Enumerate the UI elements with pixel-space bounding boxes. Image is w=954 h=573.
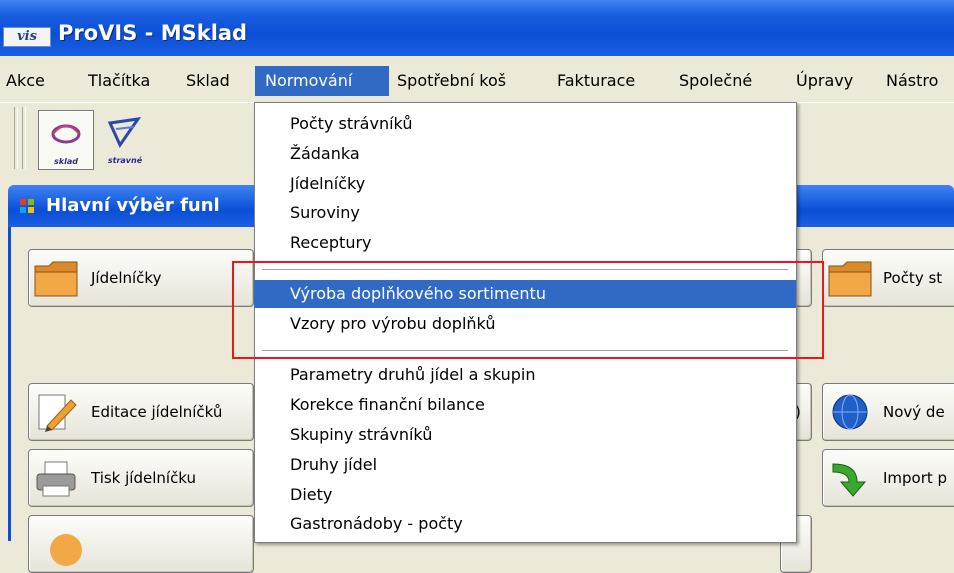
menu-item-label: Skupiny strávníků	[290, 425, 433, 444]
windows-logo-icon	[20, 199, 34, 213]
button-label: Počty st	[883, 269, 943, 287]
import-button[interactable]: Import p	[822, 449, 954, 507]
menu-item-korekce-financni-bilance[interactable]: Korekce finanční bilance	[254, 391, 796, 419]
toolbar-grip	[14, 107, 18, 169]
menu-item-diety[interactable]: Diety	[254, 481, 796, 509]
folder-icon	[828, 261, 872, 297]
menu-item-skupiny-stravniku[interactable]: Skupiny strávníků	[254, 421, 796, 449]
sklad-button[interactable]: sklad	[38, 110, 94, 170]
menu-sklad[interactable]: Sklad	[172, 66, 242, 96]
button-label: Tisk jídelníčku	[91, 469, 197, 487]
menu-item-label: Parametry druhů jídel a skupin	[290, 365, 536, 384]
jidelnicky-button[interactable]: Jídelníčky	[28, 249, 254, 307]
editace-jidelnicku-button[interactable]: Editace jídelníčků	[28, 383, 254, 441]
menu-item-druhy-jidel[interactable]: Druhy jídel	[254, 451, 796, 479]
globe-icon	[832, 394, 868, 430]
button-label: Import p	[883, 469, 948, 487]
stravne-caption: stravné	[107, 156, 143, 165]
toolbar-grip	[22, 107, 26, 169]
menu-item-label: Suroviny	[290, 203, 360, 222]
menu-item-label: Diety	[290, 485, 333, 504]
menu-item-suroviny[interactable]: Suroviny	[254, 199, 796, 227]
menu-label: Normování	[265, 71, 353, 90]
highlight-annotation-box	[232, 261, 824, 359]
button-label: Nový de	[883, 403, 945, 421]
menu-label: Společné	[679, 71, 753, 90]
menu-item-receptury[interactable]: Receptury	[254, 229, 796, 257]
menu-item-label: Receptury	[290, 233, 372, 252]
import-arrow-icon	[832, 463, 867, 497]
printer-icon	[36, 461, 76, 497]
menu-label: Sklad	[186, 71, 230, 90]
menu-item-label: Žádanka	[290, 144, 360, 163]
tisk-jidelnicku-button[interactable]: Tisk jídelníčku	[28, 449, 254, 507]
menu-normovani[interactable]: Normování	[255, 66, 389, 96]
menu-akce[interactable]: Akce	[4, 66, 60, 96]
menu-item-label: Korekce finanční bilance	[290, 395, 485, 414]
menu-label: Nástro	[886, 71, 939, 90]
stravne-button[interactable]: stravné	[98, 110, 152, 168]
menu-item-gastronadoby-pocty[interactable]: Gastronádoby - počty	[254, 510, 796, 538]
menu-item-jidelnicky[interactable]: Jídelníčky	[254, 170, 796, 198]
menu-spolecne[interactable]: Společné	[670, 66, 780, 96]
button-label: Editace jídelníčků	[91, 403, 223, 421]
menu-item-label: Gastronádoby - počty	[290, 514, 463, 533]
app-logo-icon: vis	[3, 27, 51, 47]
partial-button[interactable]	[28, 515, 254, 573]
sklad-icon	[51, 124, 81, 144]
arrow-icon	[50, 534, 82, 566]
menu-spotrebni-kos[interactable]: Spotřební koš	[390, 66, 540, 96]
menu-item-parametry-druhu-jidel[interactable]: Parametry druhů jídel a skupin	[254, 361, 796, 389]
pocty-stravniku-button[interactable]: Počty st	[822, 249, 954, 307]
menu-item-label: Druhy jídel	[290, 455, 378, 474]
menu-label: Úpravy	[796, 71, 854, 90]
stravne-icon	[107, 117, 142, 149]
sklad-caption: sklad	[54, 157, 78, 166]
inner-window-title: Hlavní výběr funl	[46, 195, 220, 216]
menu-label: Akce	[6, 71, 45, 90]
window-title: ProVIS - MSklad	[58, 21, 248, 45]
novy-den-button[interactable]: Nový de	[822, 383, 954, 441]
button-label: Jídelníčky	[91, 269, 162, 287]
folder-icon	[34, 261, 78, 297]
edit-document-icon	[38, 394, 77, 432]
menu-item-label: Počty strávníků	[290, 114, 413, 133]
menu-nastroje[interactable]: Nástro	[876, 66, 954, 96]
menu-label: Tlačítka	[88, 71, 151, 90]
menu-item-zadanka[interactable]: Žádanka	[254, 140, 796, 168]
menu-fakturace[interactable]: Fakturace	[544, 66, 664, 96]
menu-label: Spotřební koš	[397, 71, 507, 90]
menu-item-pocty-stravniku[interactable]: Počty strávníků	[254, 110, 796, 138]
menu-label: Fakturace	[557, 71, 636, 90]
menu-tlacitka[interactable]: Tlačítka	[76, 66, 168, 96]
menu-upravy[interactable]: Úpravy	[784, 66, 874, 96]
menu-item-label: Jídelníčky	[290, 174, 366, 193]
